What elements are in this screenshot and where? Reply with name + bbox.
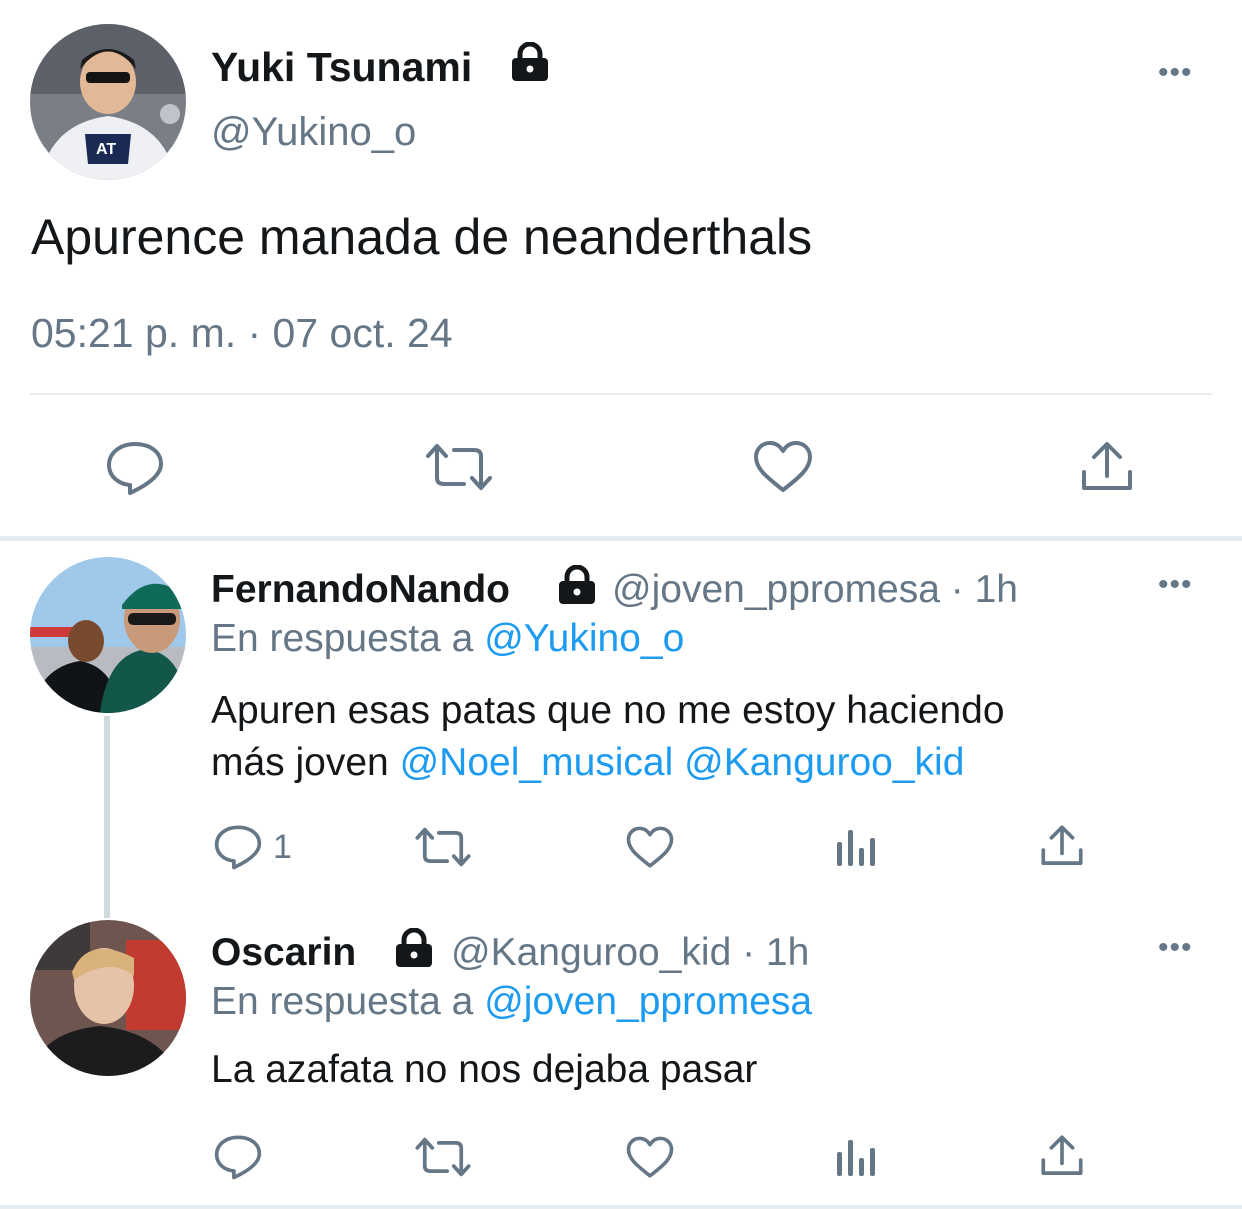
reply-context: En respuesta a @Yukino_o [211,617,684,661]
like-icon[interactable] [753,440,813,494]
display-name[interactable]: FernandoNando [211,568,510,612]
section-divider [0,536,1242,541]
divider [30,393,1212,395]
reply-icon[interactable] [214,824,262,870]
thread-line [104,716,110,918]
avatar[interactable]: AT [30,24,186,180]
tweet-text-line: Apuren esas patas que no me estoy hacien… [211,689,1005,732]
lock-icon [509,42,551,82]
reply-context-label: En respuesta a [211,617,474,660]
more-options-icon[interactable]: ••• [1158,58,1193,88]
tweet-text: La azafata no nos dejaba pasar [211,1048,758,1091]
display-name[interactable]: Yuki Tsunami [211,44,472,91]
handle-and-time[interactable]: @joven_ppromesa · 1h [612,568,1018,612]
mention-link[interactable]: @Noel_musical [400,741,674,784]
retweet-icon[interactable] [414,1136,472,1178]
reply-icon[interactable] [106,440,164,496]
handle-and-time[interactable]: @Kanguroo_kid · 1h [451,931,809,975]
share-icon[interactable] [1040,824,1084,868]
tweet-text-line: más joven @Noel_musical @Kanguroo_kid [211,737,1005,789]
like-icon[interactable] [626,826,674,869]
mention-link[interactable]: @joven_ppromesa [484,980,812,1023]
retweet-icon[interactable] [414,826,472,868]
share-icon[interactable] [1040,1134,1084,1178]
tweet-text: Apurence manada de neanderthals [31,209,813,265]
tweet-text-fragment: más joven [211,741,389,784]
mention-link[interactable]: @Yukino_o [484,617,684,660]
analytics-icon[interactable] [835,1138,877,1178]
share-icon[interactable] [1080,440,1134,494]
reply-count: 1 [273,828,292,866]
retweet-icon[interactable] [424,442,494,492]
reply-context-label: En respuesta a [211,980,474,1023]
tweet-text: Apuren esas patas que no me estoy hacien… [211,685,1005,789]
mention-link[interactable]: @Kanguroo_kid [684,741,964,784]
bottom-divider [0,1205,1242,1209]
timestamp[interactable]: 05:21 p. m. · 07 oct. 24 [31,310,453,357]
avatar[interactable] [30,920,186,1076]
more-options-icon[interactable]: ••• [1158,570,1193,600]
handle[interactable]: @Yukino_o [211,110,416,155]
display-name[interactable]: Oscarin [211,931,356,975]
reply-icon[interactable] [214,1134,262,1180]
like-icon[interactable] [626,1136,674,1179]
reply-context: En respuesta a @joven_ppromesa [211,980,812,1024]
lock-icon [556,565,598,605]
more-options-icon[interactable]: ••• [1158,933,1193,963]
svg-text:AT: AT [96,141,116,158]
analytics-icon[interactable] [835,828,877,868]
lock-icon [393,928,435,968]
avatar[interactable] [30,557,186,713]
